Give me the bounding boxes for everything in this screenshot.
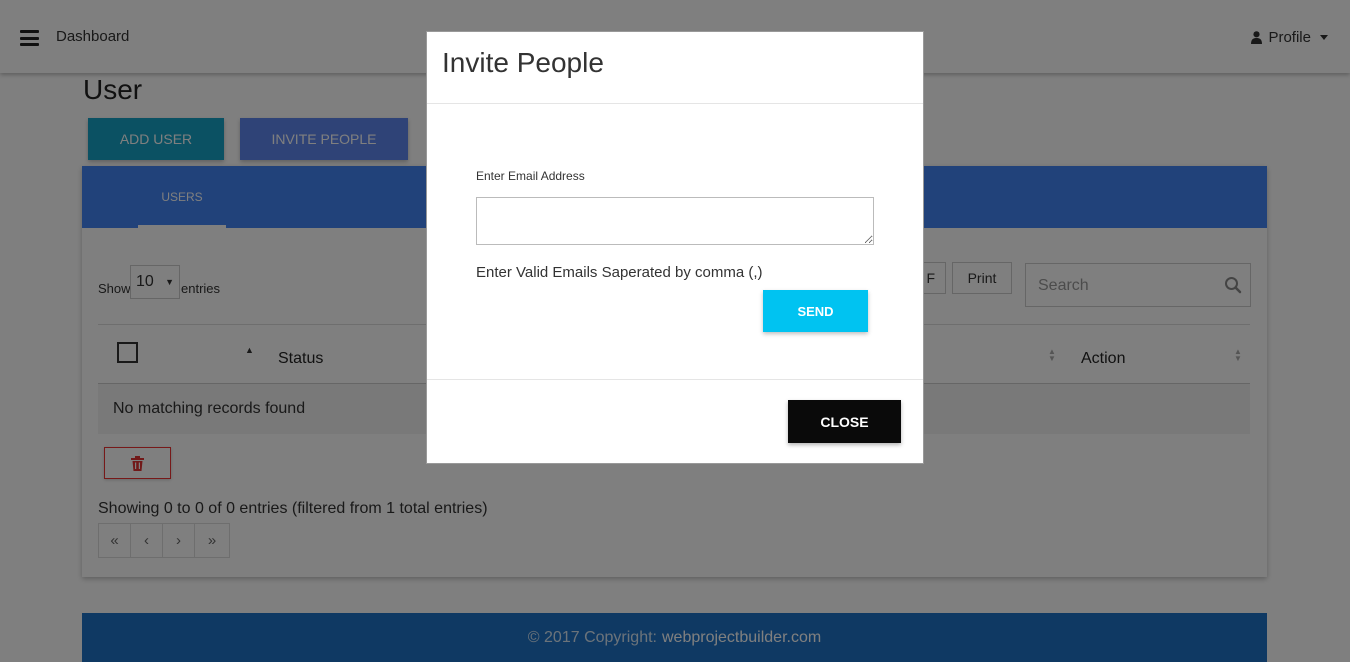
email-label: Enter Email Address xyxy=(476,169,585,183)
close-button[interactable]: CLOSE xyxy=(788,400,901,443)
modal-title: Invite People xyxy=(442,47,604,78)
invite-people-modal: Invite People Enter Email Address Enter … xyxy=(426,31,924,464)
modal-divider xyxy=(427,379,923,380)
send-button[interactable]: SEND xyxy=(763,290,868,332)
modal-divider xyxy=(427,103,923,104)
email-field[interactable] xyxy=(476,197,874,245)
email-hint: Enter Valid Emails Saperated by comma (,… xyxy=(476,264,763,281)
